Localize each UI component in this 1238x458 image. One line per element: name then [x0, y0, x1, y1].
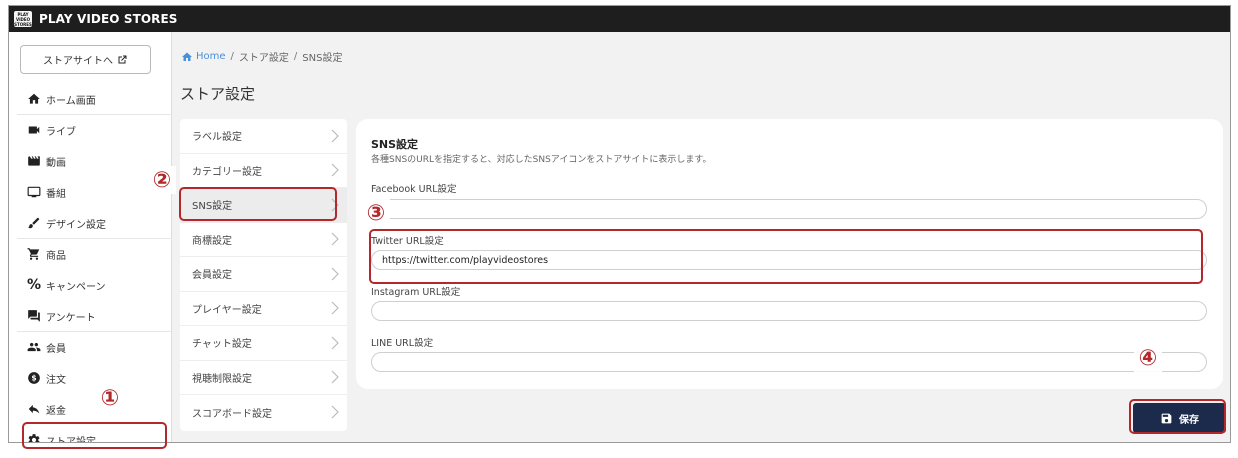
external-link-icon: [118, 55, 127, 63]
chevron-right-icon: [331, 267, 339, 281]
settings-menu-item-label[interactable]: ラベル設定: [180, 119, 347, 154]
sidebar-item-survey[interactable]: アンケート: [9, 301, 172, 331]
annotation-box-store-settings: [22, 422, 167, 449]
sidebar: ストアサイトへ ホーム画面 ライブ 動画 番組 デザイン設定 商品 % キャンペ…: [9, 32, 172, 442]
settings-menu: ラベル設定 カテゴリー設定 SNS設定 商標設定 会員設定 プレイヤー設定 チャ…: [180, 119, 347, 431]
store-site-label: ストアサイトへ: [43, 56, 113, 67]
facebook-url-input[interactable]: [371, 199, 1207, 219]
survey-icon: [26, 308, 42, 324]
annotation-number-4: ④: [1134, 344, 1162, 372]
breadcrumb: Home / ストア設定 / SNS設定: [181, 49, 342, 64]
sidebar-item-home[interactable]: ホーム画面: [9, 84, 172, 114]
annotation-number-2: ②: [148, 166, 176, 194]
chevron-right-icon: [331, 129, 339, 143]
sidebar-item-design[interactable]: デザイン設定: [9, 208, 172, 238]
app-window: PLAY VIDEO STORES PLAY VIDEO STORES ストアサ…: [8, 5, 1231, 443]
sidebar-item-orders[interactable]: $ 注文: [9, 363, 172, 393]
top-bar: PLAY VIDEO STORES PLAY VIDEO STORES: [9, 6, 1230, 32]
annotation-number-3: ③: [362, 199, 390, 227]
chevron-right-icon: [331, 163, 339, 177]
dollar-icon: $: [26, 370, 42, 386]
annotation-number-1: ①: [96, 384, 124, 412]
facebook-url-label: Facebook URL設定: [371, 184, 457, 195]
chevron-right-icon: [331, 336, 339, 350]
instagram-url-input[interactable]: [371, 301, 1207, 321]
chevron-right-icon: [331, 232, 339, 246]
annotation-box-save: [1129, 399, 1226, 434]
sidebar-item-products[interactable]: 商品: [9, 239, 172, 269]
sidebar-item-members[interactable]: 会員: [9, 332, 172, 362]
line-url-input[interactable]: [371, 352, 1207, 372]
card-description: 各種SNSのURLを指定すると、対応したSNSアイコンをストアサイトに表示します…: [371, 155, 712, 165]
brush-icon: [26, 215, 42, 231]
settings-menu-item-player[interactable]: プレイヤー設定: [180, 292, 347, 326]
settings-menu-item-chat[interactable]: チャット設定: [180, 326, 347, 361]
card-title: SNS設定: [371, 138, 419, 151]
percent-icon: %: [26, 277, 42, 293]
movie-icon: [26, 153, 42, 169]
chevron-right-icon: [331, 301, 339, 315]
reply-icon: [26, 401, 42, 417]
instagram-url-label: Instagram URL設定: [371, 287, 461, 298]
app-title: PLAY VIDEO STORES: [39, 12, 178, 26]
sidebar-item-refunds[interactable]: 返金: [9, 394, 172, 424]
app-logo: PLAY VIDEO STORES: [14, 11, 32, 27]
settings-menu-item-scoreboard[interactable]: スコアボード設定: [180, 395, 347, 430]
sidebar-item-campaign[interactable]: % キャンペーン: [9, 270, 172, 300]
settings-menu-item-category[interactable]: カテゴリー設定: [180, 154, 347, 188]
home-icon: [26, 91, 42, 107]
annotation-box-sns-menu: [179, 187, 337, 221]
svg-text:$: $: [31, 374, 36, 383]
chevron-right-icon: [331, 405, 339, 419]
settings-menu-item-members[interactable]: 会員設定: [180, 257, 347, 292]
breadcrumb-home-link[interactable]: Home: [196, 51, 226, 62]
cart-icon: [26, 246, 42, 262]
home-icon: [182, 52, 192, 61]
tv-icon: [26, 184, 42, 200]
chevron-right-icon: [331, 370, 339, 384]
sidebar-item-live[interactable]: ライブ: [9, 115, 172, 145]
settings-menu-item-trademark[interactable]: 商標設定: [180, 223, 347, 257]
store-site-button[interactable]: ストアサイトへ: [20, 45, 151, 74]
settings-menu-item-viewing-restriction[interactable]: 視聴制限設定: [180, 361, 347, 395]
annotation-box-twitter-field: [369, 229, 1203, 284]
line-url-label: LINE URL設定: [371, 338, 434, 349]
videocam-icon: [26, 122, 42, 138]
breadcrumb-store-settings[interactable]: ストア設定: [239, 49, 289, 64]
breadcrumb-current: SNS設定: [302, 53, 343, 64]
people-icon: [26, 339, 42, 355]
page-title: ストア設定: [180, 85, 256, 103]
